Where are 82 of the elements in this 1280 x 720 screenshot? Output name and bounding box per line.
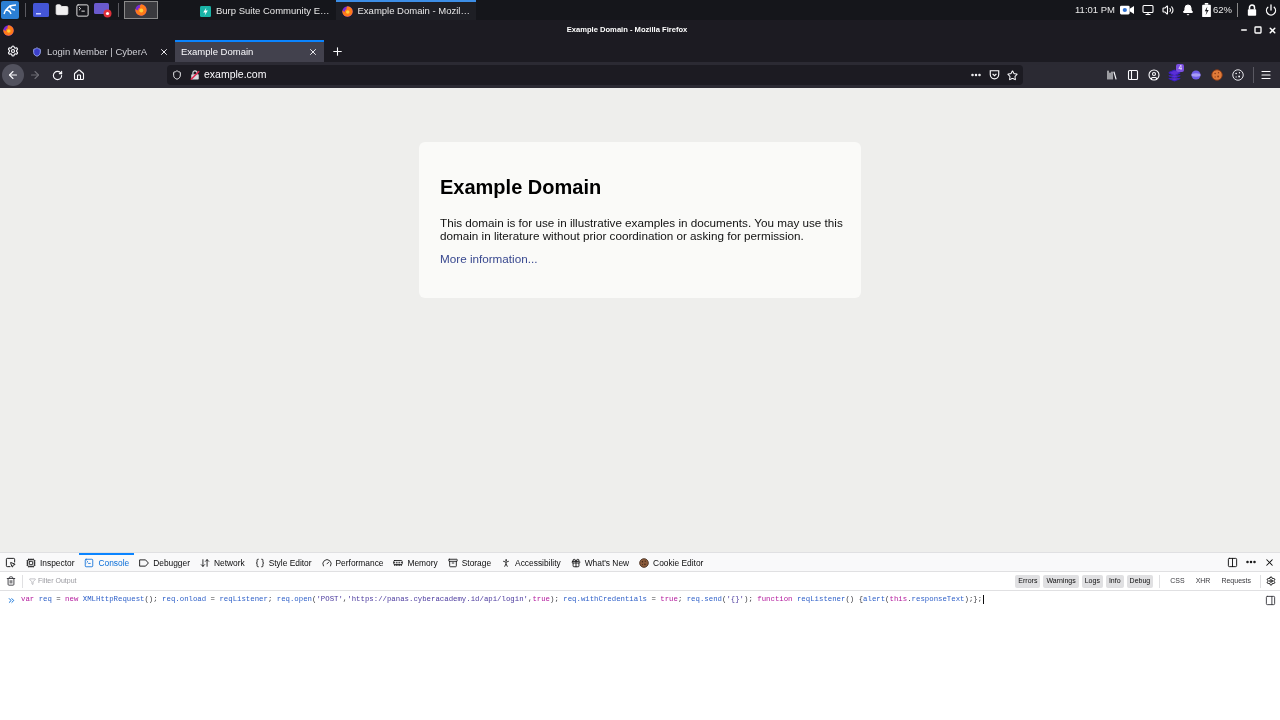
account-icon[interactable]	[1147, 69, 1160, 81]
close-icon[interactable]	[308, 47, 318, 57]
browser-icon	[341, 5, 353, 17]
memory-chip-icon	[393, 558, 404, 568]
arrow-left-icon	[7, 69, 19, 81]
browser-icon	[3, 24, 14, 36]
sidebar-icon[interactable]	[1126, 69, 1139, 81]
pocket-icon[interactable]	[989, 70, 1000, 80]
trash-icon[interactable]	[6, 576, 16, 586]
devtools-tab[interactable]: Inspector	[21, 553, 80, 571]
devtools-tab[interactable]: Cookie Editor	[634, 553, 709, 571]
lock-icon[interactable]	[1247, 4, 1257, 16]
braces-icon	[254, 558, 265, 568]
taskbar-task[interactable]: Burp Suite Community E…	[194, 0, 336, 20]
screen-record-icon[interactable]	[94, 2, 112, 18]
page-paragraph: This domain is for use in illustrative examples in documents. You may use this domain in literature without prior coordination or asking for permission.	[440, 216, 844, 242]
side-panel-icon[interactable]	[1265, 594, 1276, 606]
chip-icon	[26, 558, 36, 568]
home-icon[interactable]	[73, 69, 85, 81]
folder-icon[interactable]	[54, 3, 70, 17]
devtools-tab[interactable]: Network	[195, 553, 250, 571]
page-heading: Example Domain	[440, 175, 603, 199]
devtools-tab[interactable]: Debugger	[134, 553, 195, 571]
split-panel-icon[interactable]	[1227, 556, 1238, 568]
devtools-tab[interactable]: What's New	[565, 553, 635, 571]
devtools-tab[interactable]: Console	[79, 553, 135, 571]
lightning-icon	[200, 5, 211, 17]
sphere-icon[interactable]	[1190, 70, 1201, 80]
browser-icon	[135, 4, 147, 16]
address-bar[interactable]: example.com	[167, 65, 1023, 85]
close-icon[interactable]	[1268, 25, 1277, 35]
layers-icon[interactable]	[1168, 68, 1181, 82]
battery-charging-icon[interactable]	[1202, 3, 1211, 17]
minimize-icon[interactable]	[1240, 26, 1248, 34]
cookie-icon	[1210, 69, 1223, 81]
devtools-tab[interactable]: Storage	[442, 553, 497, 571]
url-input[interactable]: example.com	[204, 67, 970, 83]
terminal-icon[interactable]	[75, 2, 90, 18]
browser-tab[interactable]: Login Member | CyberA	[26, 40, 175, 62]
settings-icon[interactable]	[1266, 576, 1276, 586]
cookie-icon	[1231, 69, 1244, 81]
more-information-link[interactable]: More information...	[440, 252, 538, 265]
prompt-chevrons-icon	[7, 595, 16, 605]
devtools-tab[interactable]: Style Editor	[249, 553, 317, 571]
shield-icon[interactable]	[172, 70, 182, 80]
filter-icon	[29, 577, 36, 585]
gauge-icon	[321, 558, 332, 568]
app-menu-icon[interactable]	[1, 1, 19, 19]
close-icon[interactable]	[159, 47, 169, 57]
devtools-tab[interactable]: Memory	[388, 553, 443, 571]
maximize-icon[interactable]	[1254, 26, 1262, 34]
reload-icon[interactable]	[51, 69, 63, 81]
back-button[interactable]	[2, 64, 24, 86]
power-icon[interactable]	[1265, 4, 1277, 16]
person-icon	[501, 558, 512, 568]
arrows-up-down-icon	[200, 558, 210, 568]
tag-icon	[139, 558, 150, 568]
arrow-right-icon	[29, 69, 41, 81]
browser-tab[interactable]: Example Domain	[175, 40, 324, 62]
window-icon[interactable]	[33, 3, 49, 17]
cookie-icon	[639, 558, 650, 568]
bell-icon[interactable]	[1182, 4, 1194, 16]
devtools-tab[interactable]: Performance	[316, 553, 389, 571]
new-tab-icon[interactable]	[330, 44, 344, 58]
video-camera-icon[interactable]	[1120, 5, 1134, 15]
volume-icon[interactable]	[1162, 4, 1174, 16]
devtools-tab[interactable]: Accessibility	[496, 553, 566, 571]
drawer-icon	[447, 558, 458, 568]
terminal-icon	[84, 558, 95, 568]
library-icon[interactable]	[1105, 69, 1118, 81]
pick-element-icon[interactable]	[5, 556, 16, 568]
monitor-icon[interactable]	[1142, 4, 1154, 16]
star-icon[interactable]	[1007, 69, 1018, 81]
battery-percentage: 62%	[1213, 2, 1232, 17]
browser-launcher-button[interactable]	[124, 1, 158, 19]
shield-icon	[32, 47, 42, 57]
clock-text: 11:01 PM	[1075, 2, 1115, 17]
menu-icon[interactable]	[1260, 69, 1272, 81]
insecure-lock-icon[interactable]	[190, 70, 200, 80]
close-icon[interactable]	[1264, 556, 1275, 568]
gift-icon	[570, 558, 581, 568]
taskbar-task[interactable]: Example Domain - Mozil…	[335, 0, 476, 20]
